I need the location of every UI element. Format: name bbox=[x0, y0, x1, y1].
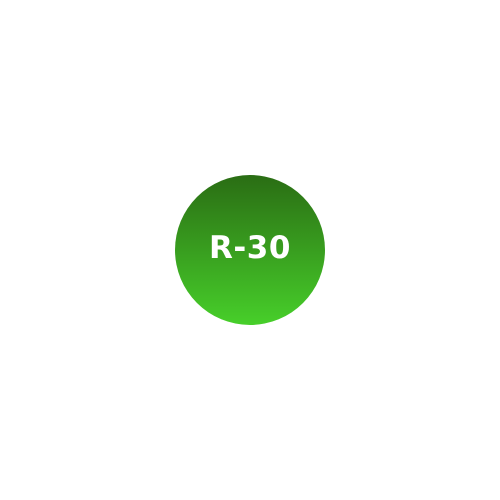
route-badge: R-30 bbox=[175, 175, 325, 325]
badge-label: R-30 bbox=[209, 229, 291, 266]
page-canvas: R-30 bbox=[0, 0, 500, 500]
